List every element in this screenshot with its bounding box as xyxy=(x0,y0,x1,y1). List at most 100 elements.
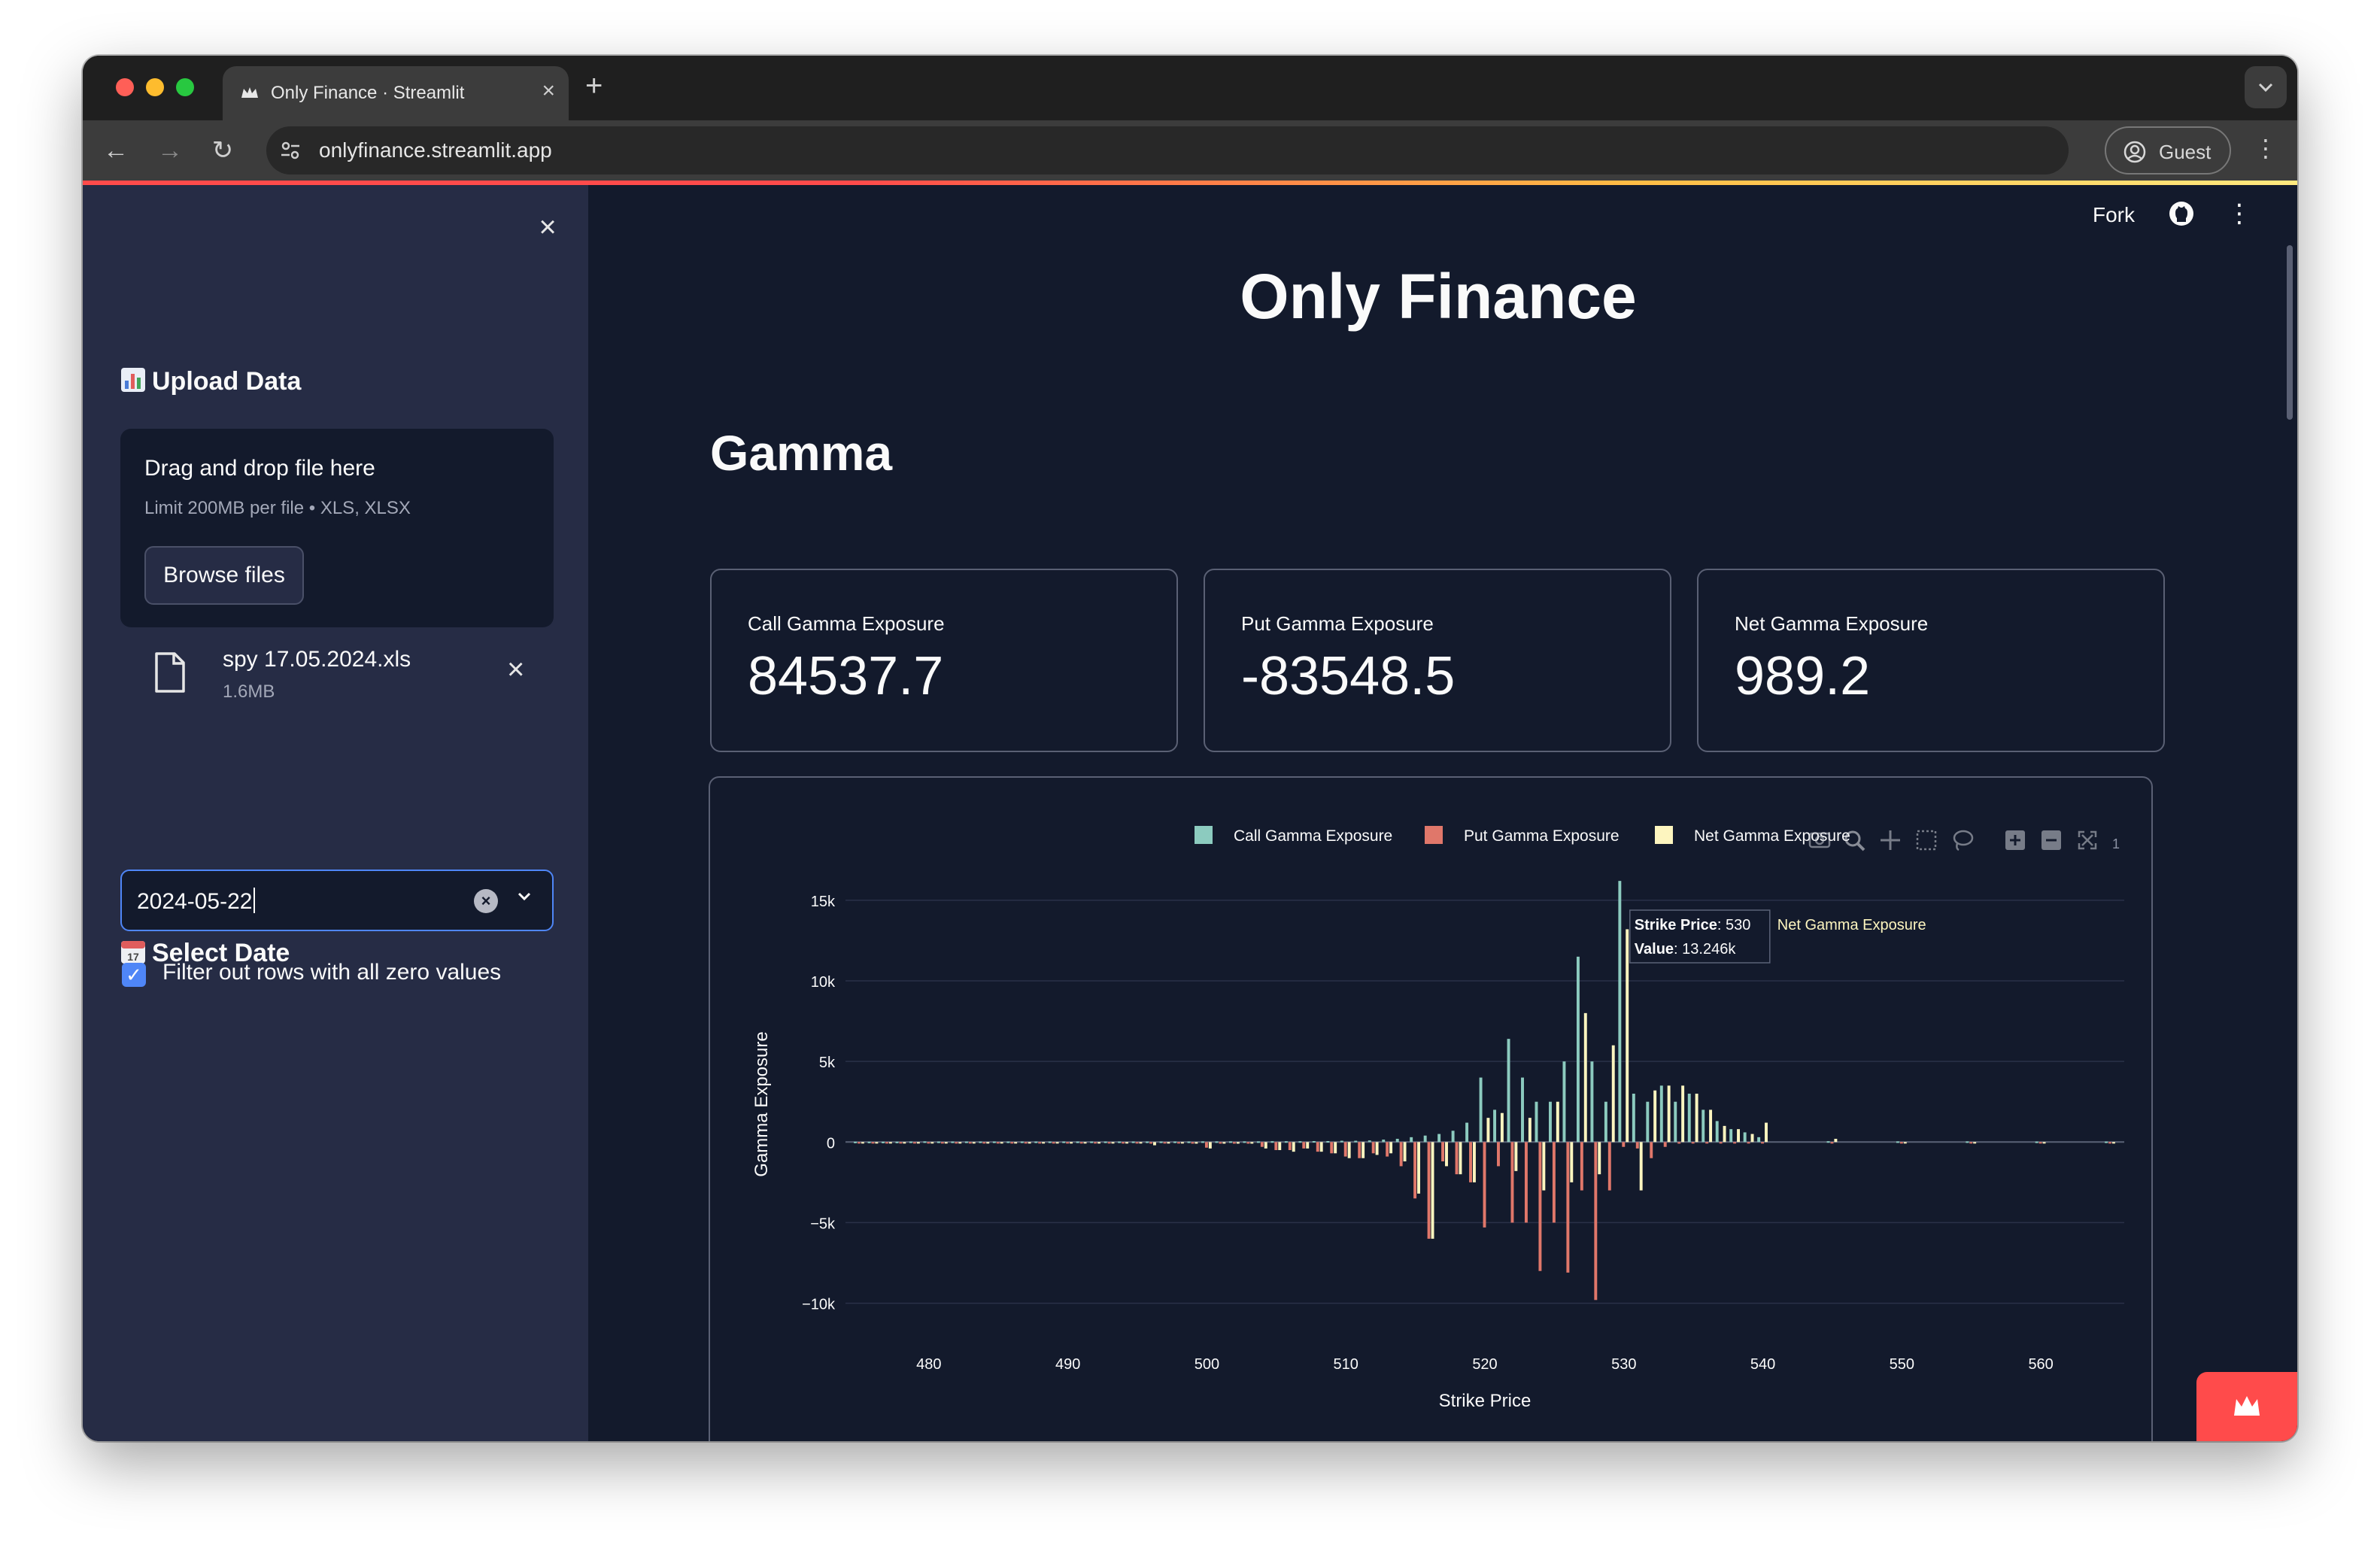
bar-net[interactable] xyxy=(2111,1142,2115,1144)
bar-call[interactable] xyxy=(1632,1094,1635,1143)
bar-net[interactable] xyxy=(1097,1142,1100,1144)
bar-net[interactable] xyxy=(861,1142,864,1144)
bar-net[interactable] xyxy=(1765,1122,1768,1143)
bar-net[interactable] xyxy=(1222,1142,1226,1144)
bar-put[interactable] xyxy=(1343,1142,1347,1157)
bar-put[interactable] xyxy=(1232,1142,1236,1144)
bar-put[interactable] xyxy=(1510,1142,1514,1223)
bar-put[interactable] xyxy=(1705,1142,1709,1144)
bar-put[interactable] xyxy=(968,1142,972,1144)
streamlit-badge-button[interactable] xyxy=(2196,1372,2297,1441)
bar-put[interactable] xyxy=(1330,1142,1334,1154)
bar-call[interactable] xyxy=(1201,1141,1204,1143)
bar-put[interactable] xyxy=(1594,1142,1598,1301)
chevron-down-icon[interactable] xyxy=(513,885,536,907)
legend-swatch[interactable] xyxy=(1655,826,1673,844)
legend-entry[interactable]: Call Gamma Exposure xyxy=(1234,827,1392,845)
bar-call[interactable] xyxy=(1146,1141,1149,1143)
bar-call[interactable] xyxy=(1659,1085,1663,1143)
bar-net[interactable] xyxy=(930,1142,934,1144)
bar-put[interactable] xyxy=(2038,1142,2042,1144)
bar-put[interactable] xyxy=(1024,1142,1028,1144)
bar-put[interactable] xyxy=(1358,1142,1362,1158)
bar-put[interactable] xyxy=(1538,1142,1542,1271)
bar-put[interactable] xyxy=(1163,1142,1167,1144)
date-input[interactable]: 2024-05-22 × xyxy=(120,870,554,931)
bar-call[interactable] xyxy=(1757,1137,1761,1143)
bar-call[interactable] xyxy=(979,1141,982,1143)
back-arrow-icon[interactable]: ← xyxy=(98,132,134,168)
bar-call[interactable] xyxy=(1270,1141,1274,1143)
bar-put[interactable] xyxy=(1455,1142,1459,1175)
bar-call[interactable] xyxy=(1326,1141,1330,1143)
minimize-window-button[interactable] xyxy=(146,78,164,96)
bar-call[interactable] xyxy=(1187,1141,1191,1143)
bar-call[interactable] xyxy=(1243,1141,1246,1143)
bar-put[interactable] xyxy=(927,1142,930,1144)
bar-put[interactable] xyxy=(1386,1142,1389,1157)
bar-net[interactable] xyxy=(1667,1085,1671,1143)
bar-net[interactable] xyxy=(1445,1142,1448,1167)
bar-put[interactable] xyxy=(1622,1142,1626,1147)
bar-call[interactable] xyxy=(1048,1141,1052,1143)
bar-put[interactable] xyxy=(1469,1142,1472,1182)
bar-put[interactable] xyxy=(1677,1142,1681,1144)
bar-put[interactable] xyxy=(912,1142,916,1144)
bar-net[interactable] xyxy=(1611,1045,1615,1143)
bar-net[interactable] xyxy=(1570,1142,1574,1182)
bar-net[interactable] xyxy=(1417,1142,1420,1194)
bar-call[interactable] xyxy=(1340,1140,1343,1143)
reload-icon[interactable]: ↻ xyxy=(205,132,241,168)
bar-put[interactable] xyxy=(1969,1142,1973,1144)
bar-put[interactable] xyxy=(1302,1142,1306,1149)
bar-put[interactable] xyxy=(1191,1142,1195,1144)
box-select-icon[interactable] xyxy=(1916,830,1937,851)
bar-put[interactable] xyxy=(1552,1142,1556,1223)
bar-net[interactable] xyxy=(1167,1142,1170,1144)
bar-call[interactable] xyxy=(1354,1140,1358,1143)
bar-put[interactable] xyxy=(1094,1142,1097,1144)
bar-call[interactable] xyxy=(1437,1134,1441,1143)
bar-net[interactable] xyxy=(1737,1129,1740,1143)
bar-put[interactable] xyxy=(1650,1142,1653,1158)
bar-put[interactable] xyxy=(1719,1142,1723,1144)
bar-net[interactable] xyxy=(1472,1142,1476,1182)
fork-button[interactable]: Fork xyxy=(2093,203,2135,227)
bar-call[interactable] xyxy=(1507,1039,1510,1143)
bar-call[interactable] xyxy=(1535,1101,1538,1143)
bar-net[interactable] xyxy=(1403,1142,1407,1161)
bar-net[interactable] xyxy=(986,1142,990,1144)
bar-call[interactable] xyxy=(1229,1141,1232,1143)
bar-call[interactable] xyxy=(951,1141,955,1143)
bar-call[interactable] xyxy=(1062,1141,1066,1143)
bar-call[interactable] xyxy=(1729,1129,1733,1143)
bar-put[interactable] xyxy=(1316,1142,1319,1152)
bar-put[interactable] xyxy=(1066,1142,1070,1144)
bar-call[interactable] xyxy=(1382,1140,1386,1143)
bar-put[interactable] xyxy=(1274,1142,1278,1150)
bar-net[interactable] xyxy=(1514,1142,1518,1171)
bar-call[interactable] xyxy=(1103,1141,1107,1143)
bar-net[interactable] xyxy=(903,1142,906,1144)
bar-net[interactable] xyxy=(1695,1094,1698,1143)
bar-put[interactable] xyxy=(858,1142,861,1144)
bar-call[interactable] xyxy=(1715,1121,1719,1143)
profile-button[interactable]: Guest xyxy=(2105,126,2231,175)
bar-net[interactable] xyxy=(1973,1142,1977,1144)
bar-put[interactable] xyxy=(871,1142,875,1144)
bar-call[interactable] xyxy=(1395,1139,1399,1143)
bar-net[interactable] xyxy=(1042,1142,1046,1144)
bar-net[interactable] xyxy=(1556,1101,1559,1143)
bar-net[interactable] xyxy=(1306,1142,1310,1149)
legend-entry[interactable]: Put Gamma Exposure xyxy=(1464,827,1620,845)
bar-call[interactable] xyxy=(1618,881,1622,1143)
filter-zero-rows-checkbox[interactable]: ✓ xyxy=(122,963,146,987)
bar-call[interactable] xyxy=(1215,1141,1219,1143)
bar-net[interactable] xyxy=(1362,1142,1365,1158)
bar-call[interactable] xyxy=(1743,1132,1747,1143)
lasso-icon[interactable] xyxy=(1953,830,1974,851)
bar-net[interactable] xyxy=(1431,1142,1434,1239)
bar-net[interactable] xyxy=(1180,1142,1184,1144)
bar-call[interactable] xyxy=(2105,1141,2108,1143)
bar-put[interactable] xyxy=(1010,1142,1014,1144)
